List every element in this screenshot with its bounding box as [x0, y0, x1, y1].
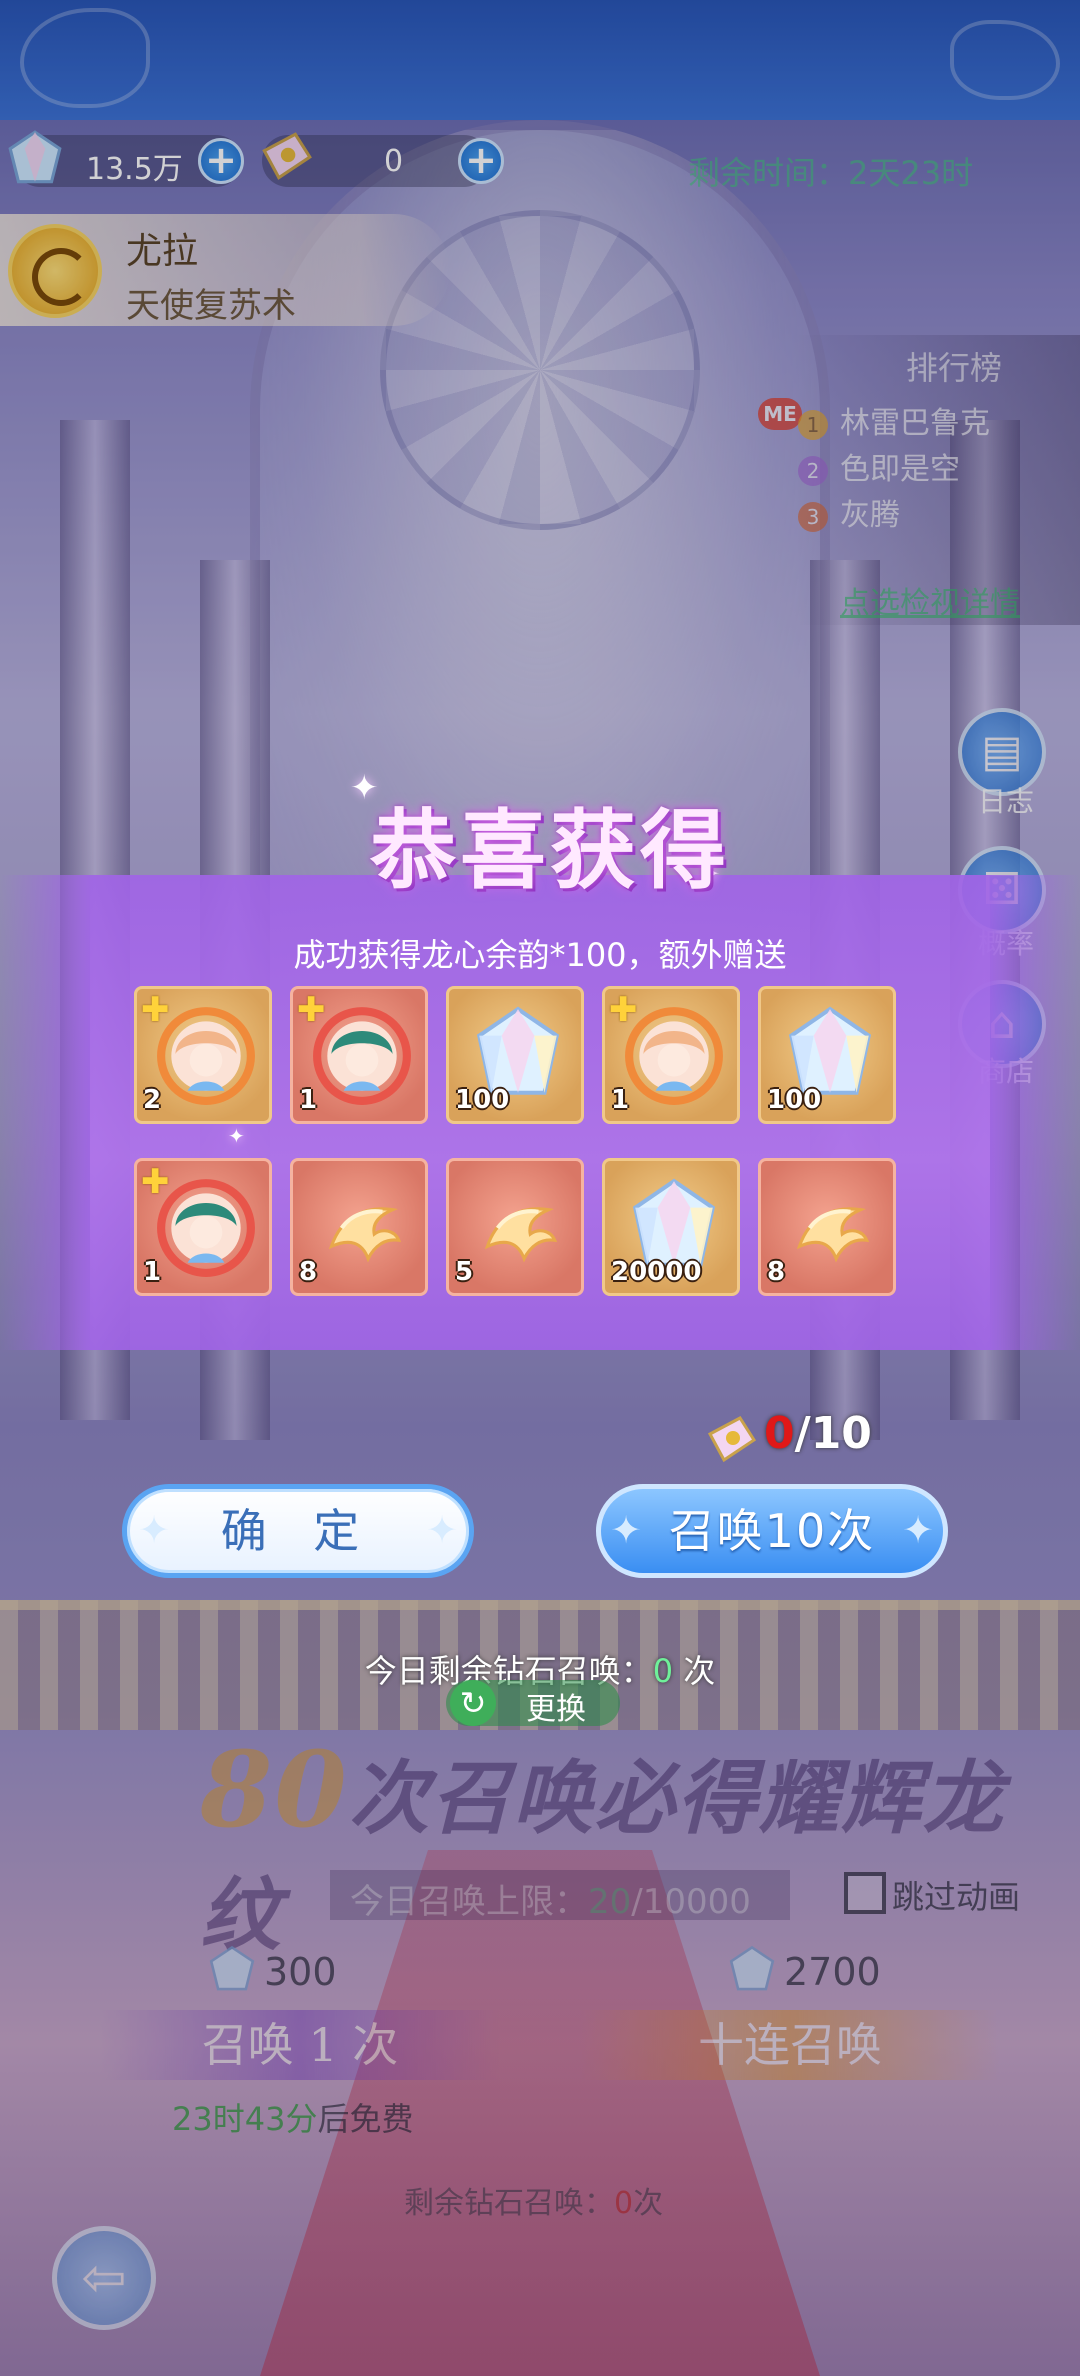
- puzzle-piece-icon: ✚: [141, 990, 170, 1030]
- reward-item-character-shard[interactable]: ✚ 1: [290, 986, 428, 1124]
- change-label: 更换: [526, 1692, 586, 1727]
- reward-item-dragon-pattern[interactable]: 8: [758, 1158, 896, 1296]
- reward-title: 恭喜获得: [370, 800, 730, 901]
- reward-quantity: 1: [143, 1257, 162, 1287]
- reward-item-character-shard[interactable]: ✚ 1: [134, 1158, 272, 1296]
- reward-item-diamond[interactable]: 100: [758, 986, 896, 1124]
- sparkle-icon: ✦: [610, 1508, 642, 1552]
- dragon-pattern-icon: [484, 1207, 558, 1263]
- reward-item-character-shard[interactable]: ✚ 2: [134, 986, 272, 1124]
- reward-quantity: 8: [299, 1257, 318, 1287]
- dragon-pattern-icon: [328, 1207, 402, 1263]
- summon-10-button[interactable]: 召唤10次: [596, 1484, 948, 1578]
- sparkle-icon: ✦: [902, 1508, 934, 1552]
- puzzle-piece-icon: ✚: [297, 990, 326, 1030]
- puzzle-piece-icon: ✚: [609, 990, 638, 1030]
- summon-10-label: 召唤10次: [668, 1504, 876, 1558]
- reward-quantity: 1: [299, 1085, 318, 1115]
- change-button[interactable]: ↻ 更换: [446, 1680, 620, 1727]
- reward-quantity: 2: [143, 1085, 162, 1115]
- sparkle-icon: ✦: [138, 1508, 170, 1552]
- reward-message: 成功获得龙心余韵*100，额外赠送: [293, 936, 787, 974]
- reward-quantity: 8: [767, 1257, 786, 1287]
- refresh-icon: ↻: [450, 1680, 496, 1726]
- ticket-progress-current: 0: [764, 1408, 795, 1459]
- reward-item-character-shard[interactable]: ✚ 1: [602, 986, 740, 1124]
- reward-quantity: 100: [455, 1085, 510, 1115]
- confirm-label: 确 定: [220, 1504, 376, 1558]
- today-remain-suffix: 次: [673, 1652, 716, 1690]
- reward-quantity: 1: [611, 1085, 630, 1115]
- today-remain-count: 0: [652, 1652, 674, 1690]
- reward-quantity: 100: [767, 1085, 822, 1115]
- sparkle-icon: ✦: [228, 1124, 245, 1148]
- summon-ticket-icon: [707, 1416, 757, 1463]
- sparkle-icon: ✦: [426, 1508, 458, 1552]
- reward-quantity: 20000: [611, 1257, 702, 1287]
- reward-item-diamond[interactable]: 100: [446, 986, 584, 1124]
- reward-item-dragon-pattern[interactable]: 8: [290, 1158, 428, 1296]
- dragon-pattern-icon: [796, 1207, 870, 1263]
- reward-item-dragon-pattern[interactable]: 5: [446, 1158, 584, 1296]
- ticket-progress-total: /10: [794, 1408, 872, 1459]
- ticket-progress: 0/10: [764, 1408, 872, 1459]
- reward-quantity: 5: [455, 1257, 474, 1287]
- reward-item-diamond[interactable]: 20000: [602, 1158, 740, 1296]
- puzzle-piece-icon: ✚: [141, 1162, 170, 1202]
